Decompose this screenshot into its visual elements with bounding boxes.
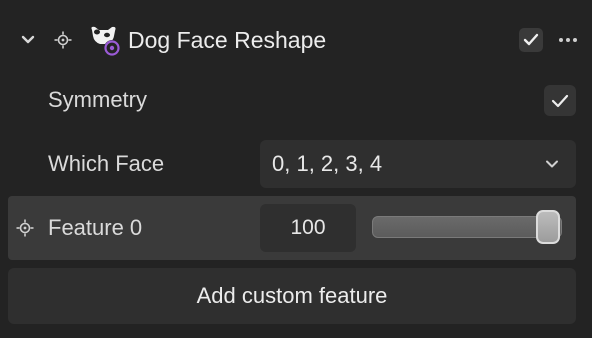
- checkmark-icon: [551, 94, 569, 107]
- which-face-select[interactable]: 0, 1, 2, 3, 4: [260, 140, 576, 188]
- target-icon[interactable]: [54, 31, 72, 49]
- symmetry-label: Symmetry: [48, 87, 147, 112]
- feature-slider-track[interactable]: [372, 216, 562, 238]
- symmetry-checkbox[interactable]: [544, 85, 576, 116]
- add-custom-feature-button[interactable]: Add custom feature: [8, 268, 576, 324]
- enable-checkbox[interactable]: [519, 28, 543, 52]
- feature-value-input[interactable]: 100: [260, 204, 356, 252]
- feature-label: Feature 0: [48, 215, 143, 240]
- target-icon[interactable]: [16, 219, 34, 237]
- chevron-down-icon: [546, 160, 558, 168]
- panel-title: Dog Face Reshape: [128, 27, 327, 53]
- chevron-down-icon[interactable]: [16, 30, 40, 50]
- dog-face-icon: [86, 24, 122, 58]
- more-icon[interactable]: [556, 28, 580, 52]
- panel-header: Dog Face Reshape: [0, 14, 592, 66]
- checkmark-icon: [523, 33, 539, 46]
- which-face-label: Which Face: [48, 151, 165, 176]
- feature-slider-thumb[interactable]: [536, 210, 560, 244]
- dog-face-reshape-panel: Dog Face Reshape Symmetry Which Face 0, …: [0, 0, 592, 338]
- which-face-value: 0, 1, 2, 3, 4: [272, 151, 383, 176]
